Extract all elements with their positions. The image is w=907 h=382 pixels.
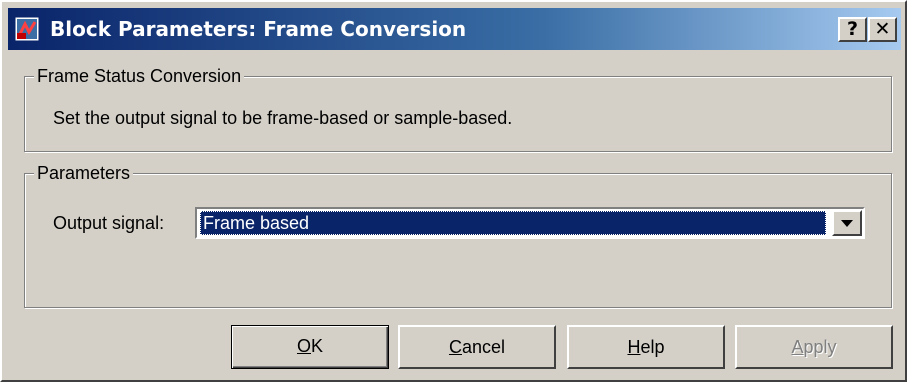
apply-label: pply (803, 337, 837, 357)
help-label: elp (640, 337, 665, 357)
help-button[interactable]: Help (567, 325, 725, 369)
apply-button[interactable]: Apply (735, 325, 893, 369)
close-icon[interactable]: ✕ (868, 17, 897, 42)
ok-mnemonic: O (296, 336, 311, 356)
group-legend: Frame Status Conversion (34, 65, 245, 87)
dropdown-arrow-icon[interactable] (832, 210, 862, 236)
output-signal-label: Output signal: (53, 213, 165, 233)
ok-button[interactable]: OK (231, 325, 389, 369)
group-legend: Parameters (34, 162, 134, 184)
help-icon[interactable]: ? (838, 17, 867, 42)
window-title: Block Parameters: Frame Conversion (50, 17, 467, 41)
output-signal-dropdown[interactable]: Frame based (195, 207, 865, 239)
block-parameters-dialog: Block Parameters: Frame Conversion ? ✕ F… (0, 0, 907, 382)
description-text: Set the output signal to be frame-based … (53, 108, 513, 128)
parameters-group: Parameters Output signal: Frame based (24, 162, 892, 308)
frame-status-conversion-group: Frame Status Conversion Set the output s… (24, 65, 892, 152)
output-signal-value[interactable]: Frame based (200, 211, 826, 235)
help-mnemonic: H (627, 337, 641, 357)
cancel-button[interactable]: Cancel (398, 325, 556, 369)
cancel-label: ancel (461, 337, 506, 357)
simulink-block-icon (14, 16, 40, 42)
cancel-mnemonic: C (448, 337, 462, 357)
ok-label: K (311, 336, 324, 356)
title-bar[interactable]: Block Parameters: Frame Conversion ? ✕ (8, 8, 901, 50)
apply-mnemonic: A (791, 337, 804, 357)
